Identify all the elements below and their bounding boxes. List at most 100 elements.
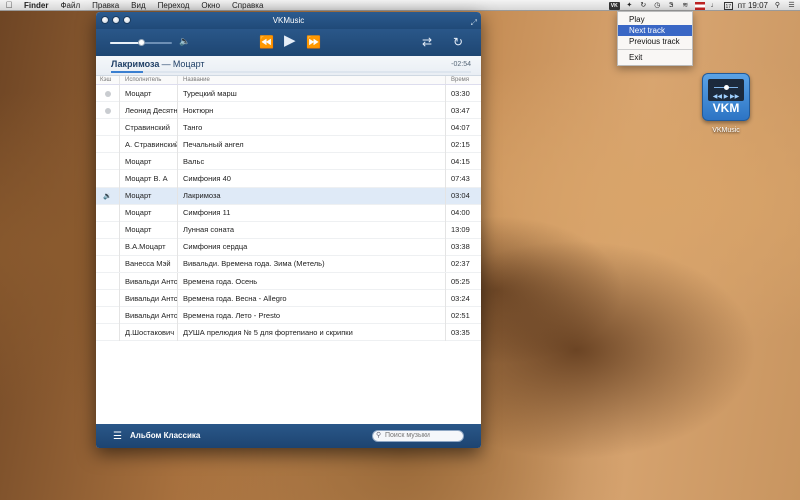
menu-item-next-track[interactable]: Next track: [618, 25, 692, 36]
next-track-button[interactable]: ⏩: [306, 34, 321, 50]
now-playing-title: Лакримоза: [111, 59, 160, 69]
spotlight-search-icon[interactable]: ⚲: [773, 2, 782, 10]
search-box[interactable]: ⚲: [372, 430, 464, 442]
progress-bar[interactable]: [111, 71, 471, 73]
menu-item-exit[interactable]: Exit: [618, 52, 692, 63]
track-row[interactable]: Вивальди АнтониоВремена года. Лето - Pre…: [96, 306, 481, 325]
cached-indicator-icon: [105, 90, 111, 97]
menu-finder[interactable]: Finder: [18, 0, 54, 11]
track-row[interactable]: В.А.Моцарт Симфония сердца 03:38: [96, 238, 481, 256]
repeat-icon[interactable]: ↻: [453, 34, 463, 50]
track-title: Ноктюрн: [178, 101, 446, 119]
track-row[interactable]: Вивальди АнтониоВремена года. Осень 05:25: [96, 272, 481, 291]
track-artist: Вивальди Антонио: [120, 272, 178, 290]
volume-slider[interactable]: [110, 39, 172, 46]
menu-window[interactable]: Окно: [195, 0, 226, 11]
track-duration: 03:35: [451, 327, 470, 337]
calendar-icon[interactable]: 17: [723, 1, 733, 10]
vkmusic-tray-icon[interactable]: VK: [608, 1, 620, 10]
track-row[interactable]: Ванесса Мэй Вивальди. Времена года. Зима …: [96, 255, 481, 274]
track-row[interactable]: Д.Шостакович ДУША прелюдия № 5 для фортеп…: [96, 323, 481, 342]
column-header-cache[interactable]: Кэш: [96, 76, 120, 84]
cache-cell: 🔉: [96, 187, 120, 205]
track-row[interactable]: 🔉 Моцарт Лакримоза 03:04: [96, 187, 481, 205]
cache-cell: [96, 272, 120, 290]
now-playing-artist: Моцарт: [172, 59, 205, 69]
track-row[interactable]: Стравинский Танго 04:07: [96, 118, 481, 137]
track-artist: Моцарт: [120, 187, 178, 205]
input-source-flag-icon[interactable]: [694, 1, 705, 10]
search-input[interactable]: [385, 432, 463, 439]
menu-go[interactable]: Переход: [152, 0, 196, 11]
track-duration: 02:37: [451, 259, 470, 269]
track-duration: 03:24: [451, 293, 470, 303]
track-row[interactable]: Моцарт Турецкий марш 03:30: [96, 84, 481, 103]
track-duration: 04:00: [451, 208, 470, 218]
track-artist: Моцарт: [120, 84, 178, 102]
cache-cell: [96, 204, 120, 222]
notification-list-icon[interactable]: ☰: [787, 2, 796, 10]
hamburger-menu-icon[interactable]: ☰: [113, 431, 122, 442]
minimize-window-button[interactable]: [112, 16, 120, 24]
speaker-icon: 🔈: [179, 36, 191, 46]
bluetooth-icon[interactable]: Ꮥ: [667, 2, 676, 10]
cache-cell: [96, 135, 120, 153]
cache-cell: [96, 170, 120, 188]
track-title: Времена года. Лето - Presto: [178, 306, 446, 324]
track-title: Лунная соната: [178, 221, 446, 239]
title-bar[interactable]: VKMusic ⤢: [96, 12, 481, 29]
menu-file[interactable]: Файл: [54, 0, 86, 11]
volume-fill: [110, 42, 141, 44]
volume-icon[interactable]: ♩: [710, 2, 719, 10]
menubar-clock[interactable]: пт 19:07: [738, 1, 768, 10]
album-name[interactable]: Альбом Классика: [130, 431, 200, 440]
shuffle-icon[interactable]: ⇄: [422, 34, 432, 50]
zoom-window-button[interactable]: [123, 16, 131, 24]
window-title: VKMusic: [272, 16, 305, 25]
cache-cell: [96, 152, 120, 170]
track-duration: 03:47: [451, 105, 470, 115]
track-duration: 07:43: [451, 174, 470, 184]
menu-view[interactable]: Вид: [125, 0, 151, 11]
track-artist: Стравинский: [120, 118, 178, 136]
sync-icon[interactable]: ↻: [639, 2, 648, 10]
vkmusic-app-icon: ◀◀ ▶ ▶▶ VKM: [702, 73, 750, 121]
track-row[interactable]: Моцарт Вальс 04:15: [96, 152, 481, 171]
desktop-icon-caption: VKMusic: [712, 127, 740, 134]
track-row[interactable]: А. Стравинский Печальный ангел 02:15: [96, 135, 481, 154]
track-table: Кэш Исполнитель Название Время Моцарт Тур…: [96, 76, 481, 424]
track-row[interactable]: Леонид ДесятниковНоктюрн 03:47: [96, 101, 481, 120]
track-row[interactable]: Моцарт Лунная соната 13:09: [96, 221, 481, 239]
now-playing-separator: —: [161, 59, 171, 69]
track-row[interactable]: Вивальди АнтониоВремена года. Весна - Al…: [96, 289, 481, 308]
dropbox-icon[interactable]: ✦: [625, 2, 634, 10]
desktop-icon-vkmusic[interactable]: ◀◀ ▶ ▶▶ VKM VKMusic: [700, 73, 752, 134]
wifi-icon[interactable]: ≋: [681, 2, 690, 10]
column-header-time[interactable]: Время: [446, 76, 481, 84]
play-button[interactable]: ▶: [284, 33, 296, 49]
previous-track-button[interactable]: ⏪: [259, 34, 274, 50]
track-title: Печальный ангел: [178, 135, 446, 153]
cache-cell: [96, 289, 120, 307]
menu-edit[interactable]: Правка: [86, 0, 125, 11]
window-footer: ☰ Альбом Классика ⚲: [96, 424, 481, 448]
vkmusic-window: VKMusic ⤢ 🔈 ⏪ ▶ ⏩ ⇄ ↻ Лакримоза — Моцарт…: [96, 12, 481, 448]
track-row[interactable]: Моцарт Симфония 11 04:00: [96, 204, 481, 222]
tray-dropdown-menu: Play Next track Previous track Exit: [617, 11, 693, 66]
menu-help[interactable]: Справка: [226, 0, 269, 11]
cache-cell: [96, 118, 120, 136]
track-row[interactable]: Моцарт В. А Симфония 40 07:43: [96, 170, 481, 188]
column-header-title[interactable]: Название: [178, 76, 446, 84]
menu-separator: [618, 49, 692, 50]
menu-item-previous-track[interactable]: Previous track: [618, 36, 692, 47]
column-header-artist[interactable]: Исполнитель: [120, 76, 178, 84]
menu-item-play[interactable]: Play: [618, 14, 692, 25]
menu-bar:  Finder Файл Правка Вид Переход Окно Сп…: [0, 0, 800, 11]
track-title: Симфония 40: [178, 170, 446, 188]
apple-menu-icon[interactable]: : [0, 0, 18, 10]
volume-knob[interactable]: [138, 39, 145, 46]
time-machine-icon[interactable]: ◷: [653, 2, 662, 10]
vkm-logo: VKM: [712, 101, 740, 115]
close-window-button[interactable]: [101, 16, 109, 24]
track-artist: В.А.Моцарт: [120, 238, 178, 256]
